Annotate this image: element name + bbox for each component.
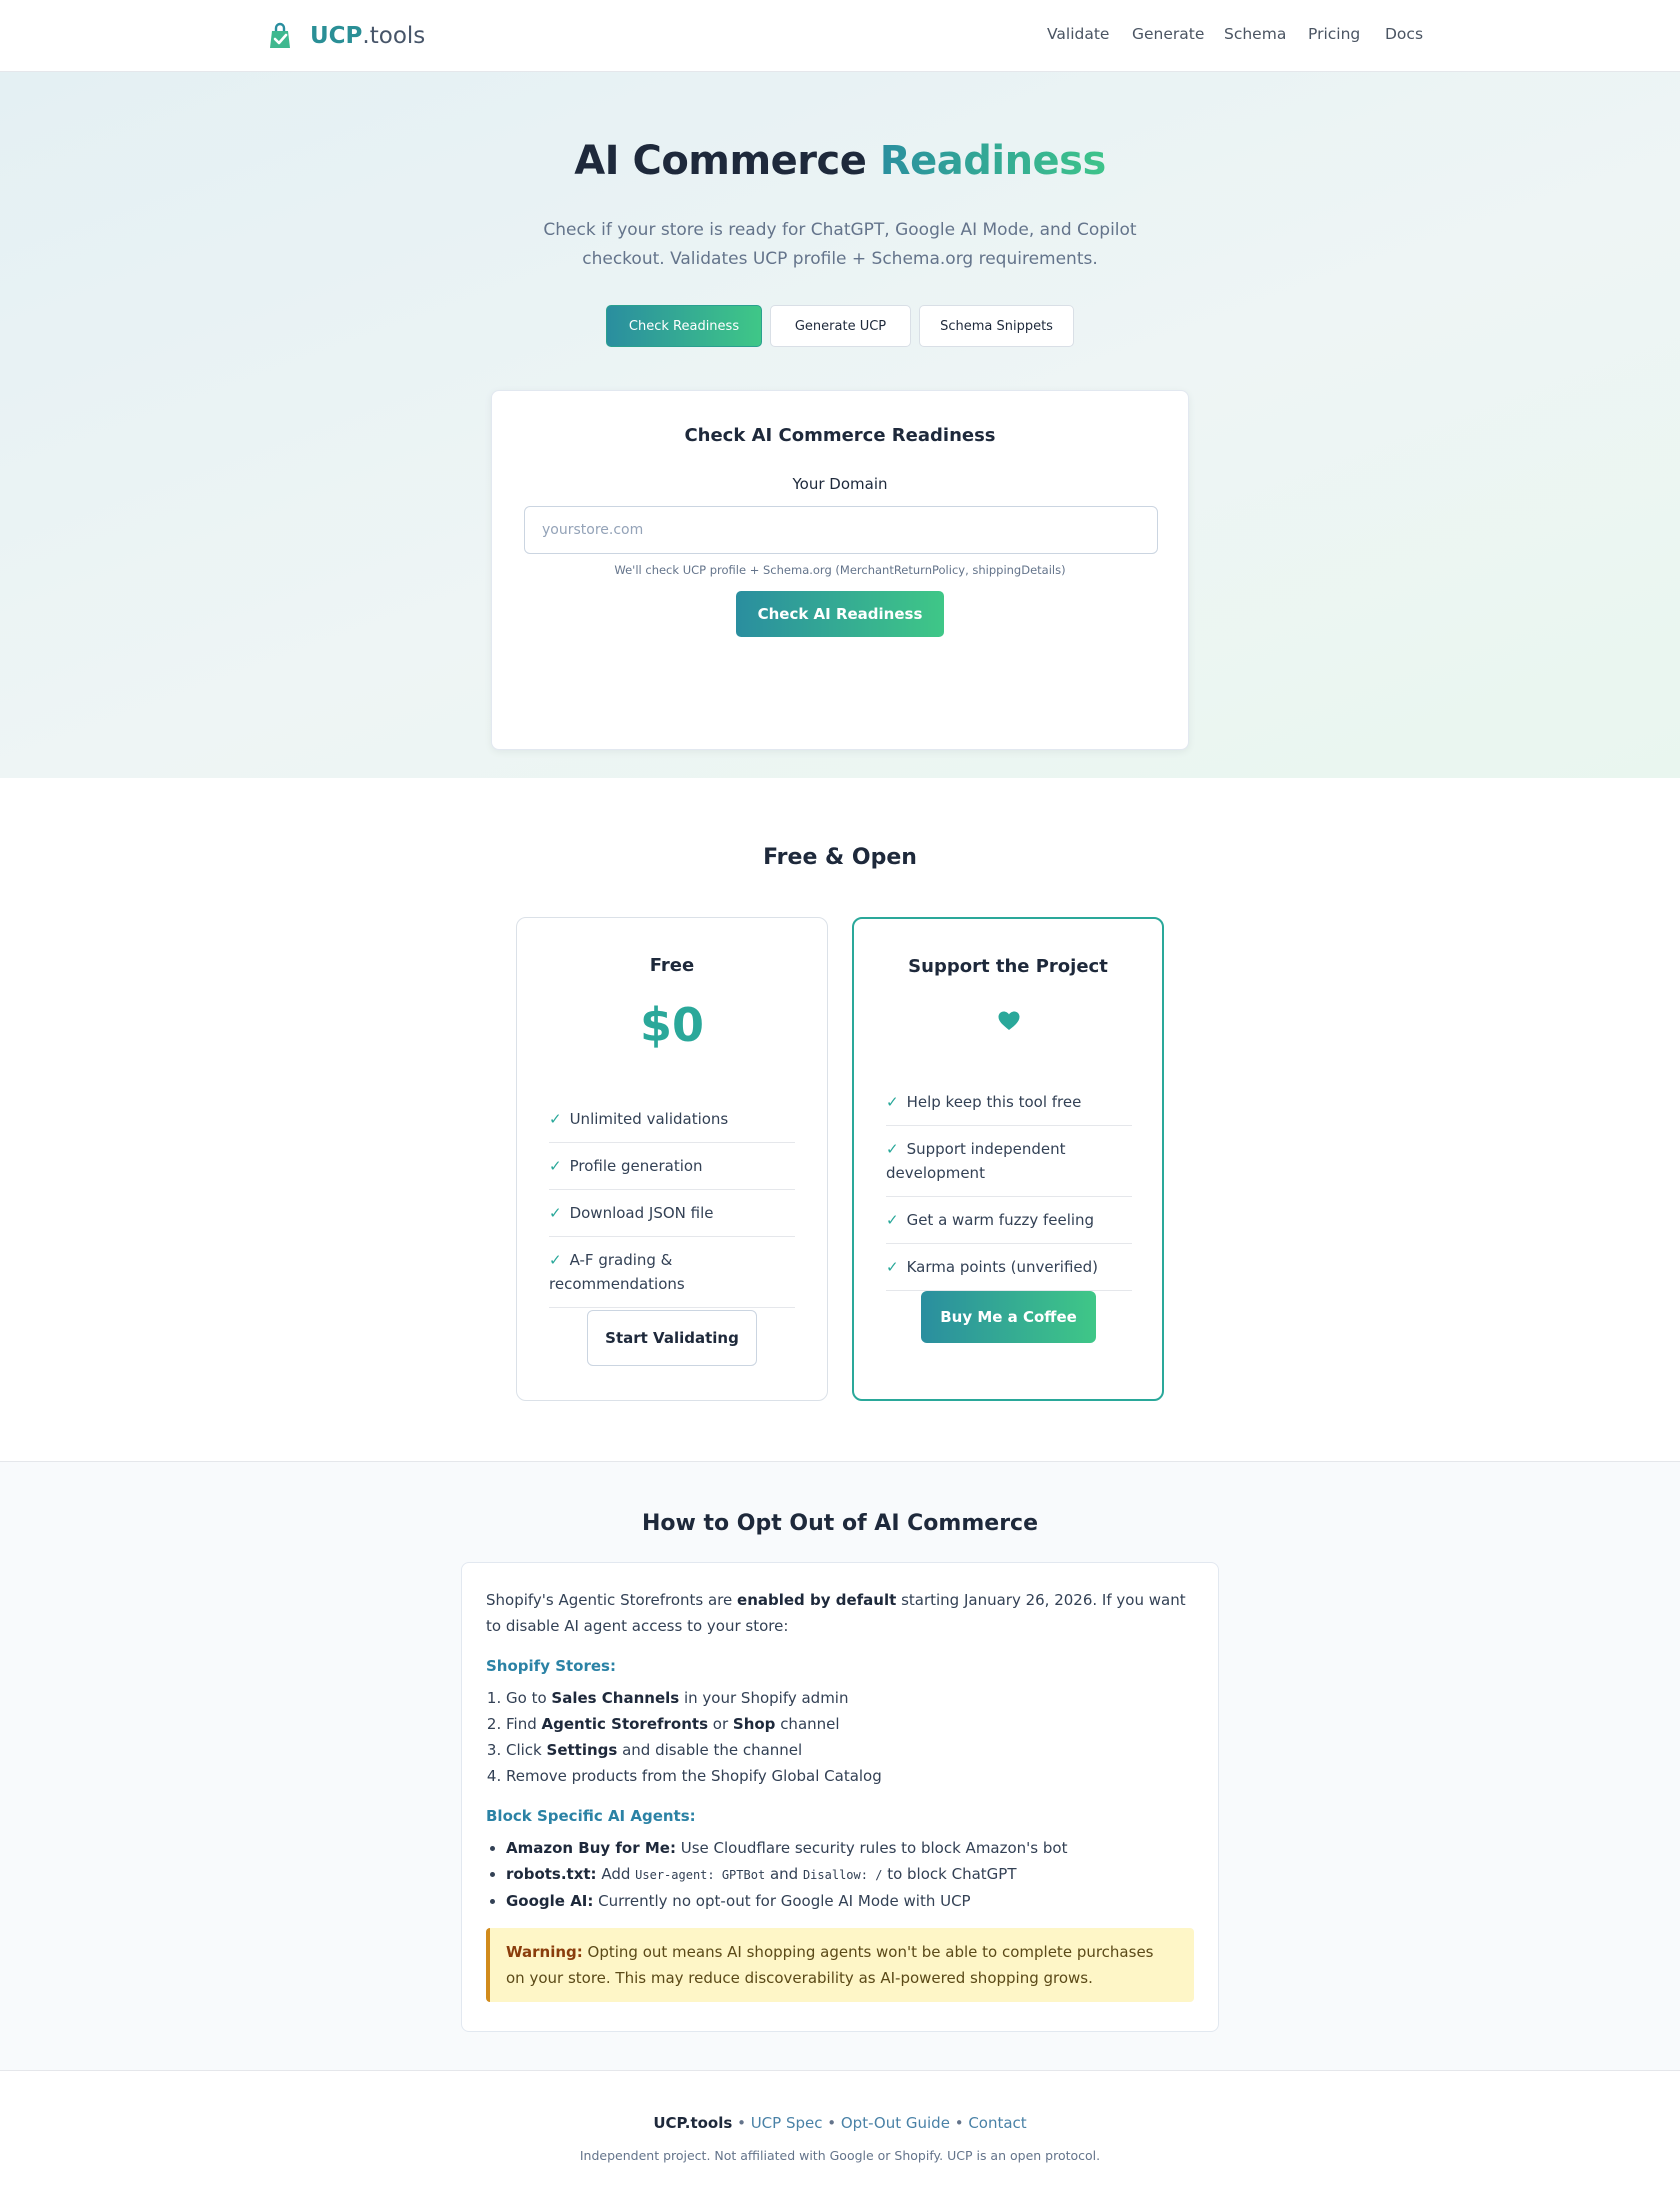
readiness-form-card: Check AI Commerce Readiness Your Domain … <box>491 390 1189 750</box>
optout-intro: Shopify's Agentic Storefronts are enable… <box>486 1591 1186 1635</box>
domain-label: Your Domain <box>792 475 888 493</box>
tab-generate-ucp[interactable]: Generate UCP <box>770 305 911 347</box>
list-item: Find Agentic Storefronts or Shop channel <box>506 1711 1194 1737</box>
heart-icon <box>998 1011 1020 1030</box>
check-icon: ✓ <box>549 1204 562 1222</box>
check-icon: ✓ <box>886 1140 899 1158</box>
footer-links: UCP.tools • UCP Spec • Opt-Out Guide • C… <box>653 2114 1027 2132</box>
footer-brand: UCP.tools <box>653 2114 733 2132</box>
check-icon: ✓ <box>886 1093 899 1111</box>
buy-me-a-coffee-button[interactable]: Buy Me a Coffee <box>921 1291 1096 1343</box>
check-icon: ✓ <box>549 1110 562 1128</box>
hero-title: AI Commerce Readiness <box>574 138 1106 184</box>
hero-subtitle: Check if your store is ready for ChatGPT… <box>543 220 1137 269</box>
top-nav: UCP.tools Validate Generate Schema Prici… <box>0 0 1680 72</box>
pricing-title: Free & Open <box>763 845 917 870</box>
warning-callout: Warning: Opting out means AI shopping ag… <box>486 1928 1194 2002</box>
list-item: ✓ A-F grading & recommendations <box>549 1237 795 1308</box>
footer-note: Independent project. Not affiliated with… <box>579 2148 1101 2163</box>
check-icon: ✓ <box>549 1157 562 1175</box>
tab-check-readiness[interactable]: Check Readiness <box>606 305 762 347</box>
footer-link-opt-out-guide[interactable]: Opt-Out Guide <box>841 2114 950 2132</box>
agents-heading: Block Specific AI Agents: <box>486 1807 696 1825</box>
agent-list: Amazon Buy for Me: Use Cloudflare securi… <box>486 1835 1194 1914</box>
list-item: Google AI: Currently no opt-out for Goog… <box>506 1888 1194 1914</box>
nav-pricing[interactable]: Pricing <box>1308 25 1360 43</box>
footer-link-ucp-spec[interactable]: UCP Spec <box>751 2114 823 2132</box>
nav-links: Validate Generate Schema Pricing Docs <box>0 25 1680 47</box>
list-item: ✓ Help keep this tool free <box>886 1079 1132 1126</box>
list-item: ✓ Support independent development <box>886 1126 1132 1197</box>
free-plan-price: $0 <box>639 998 704 1052</box>
nav-schema[interactable]: Schema <box>1224 25 1286 43</box>
support-plan-title: Support the Project <box>908 956 1108 977</box>
list-item: robots.txt: Add User-agent: GPTBot and D… <box>506 1861 1194 1888</box>
domain-input[interactable] <box>524 506 1158 554</box>
optout-section: How to Opt Out of AI Commerce Shopify's … <box>0 1461 1680 2071</box>
shopify-steps: Go to Sales Channels in your Shopify adm… <box>486 1685 1194 1789</box>
form-title: Check AI Commerce Readiness <box>684 425 996 446</box>
hero-section: AI Commerce Readiness Check if your stor… <box>0 72 1680 778</box>
list-item: ✓ Get a warm fuzzy feeling <box>886 1197 1132 1244</box>
check-icon: ✓ <box>549 1251 562 1269</box>
support-plan-card: Support the Project ✓ Help keep this tool… <box>852 917 1164 1401</box>
optout-title: How to Opt Out of AI Commerce <box>641 1511 1039 1536</box>
list-item: ✓ Karma points (unverified) <box>886 1244 1132 1291</box>
nav-validate[interactable]: Validate <box>1047 25 1109 43</box>
support-feature-list: ✓ Help keep this tool free ✓ Support indep… <box>886 1079 1132 1291</box>
check-ai-readiness-button[interactable]: Check AI Readiness <box>736 591 944 637</box>
nav-docs[interactable]: Docs <box>1385 25 1423 43</box>
check-icon: ✓ <box>886 1211 899 1229</box>
free-feature-list: ✓ Unlimited validations ✓ Profile generati… <box>549 1096 795 1308</box>
footer-link-contact[interactable]: Contact <box>968 2114 1026 2132</box>
nav-generate[interactable]: Generate <box>1132 25 1204 43</box>
start-validating-button[interactable]: Start Validating <box>587 1310 757 1366</box>
list-item: Click Settings and disable the channel <box>506 1737 1194 1763</box>
list-item: ✓ Unlimited validations <box>549 1096 795 1143</box>
list-item: ✓ Profile generation <box>549 1143 795 1190</box>
list-item: Amazon Buy for Me: Use Cloudflare securi… <box>506 1835 1194 1861</box>
list-item: Remove products from the Shopify Global … <box>506 1763 1194 1789</box>
free-plan-card: Free $0 ✓ Unlimited validations ✓ Profile … <box>516 917 828 1401</box>
tab-schema-snippets[interactable]: Schema Snippets <box>919 305 1074 347</box>
domain-hint: We'll check UCP profile + Schema.org (Me… <box>614 563 1066 577</box>
list-item: Go to Sales Channels in your Shopify adm… <box>506 1685 1194 1711</box>
optout-card: Shopify's Agentic Storefronts are enable… <box>461 1562 1219 2032</box>
shopify-heading: Shopify Stores: <box>486 1657 616 1675</box>
list-item: ✓ Download JSON file <box>549 1190 795 1237</box>
free-plan-title: Free <box>649 955 695 976</box>
check-icon: ✓ <box>886 1258 899 1276</box>
